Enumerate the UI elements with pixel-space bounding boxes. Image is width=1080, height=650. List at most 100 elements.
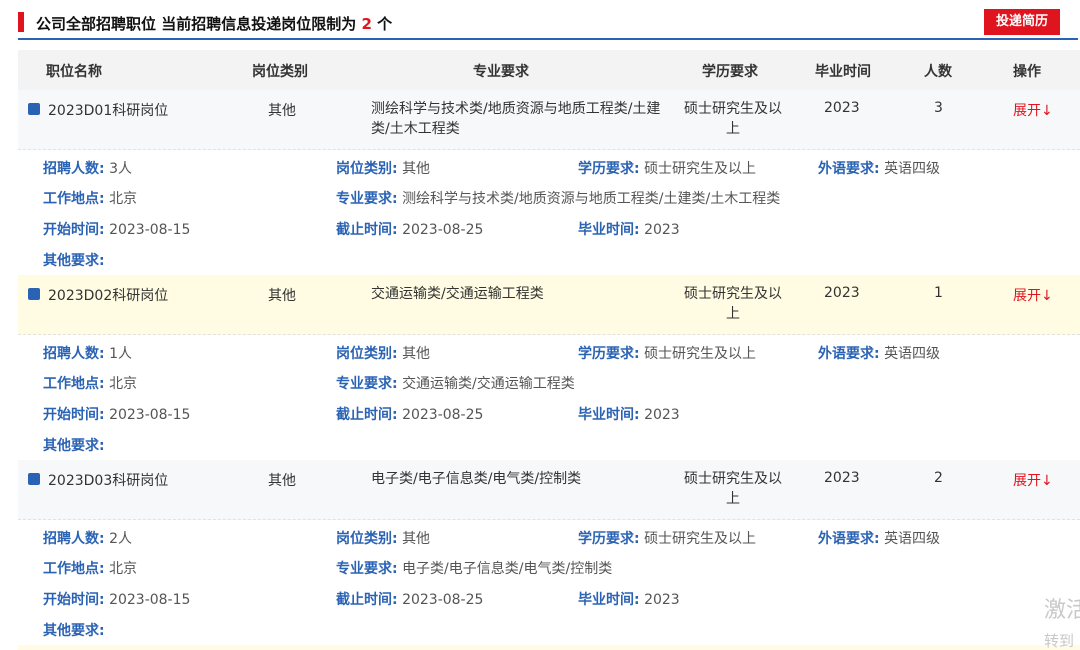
detail-value: 其他 [402, 531, 431, 547]
detail-value: 北京 [109, 191, 138, 207]
detail-label: 工作地点: [43, 376, 105, 392]
title-marker [18, 12, 24, 32]
detail-grad-time: 毕业时间: 2023 [578, 589, 680, 609]
table-row[interactable]: 2023D01科研岗位 其他 测绘科学与技术类/地质资源与地质工程类/土建类/土… [18, 90, 1080, 150]
detail-grad-time: 毕业时间: 2023 [578, 219, 680, 239]
job-education: 硕士研究生及以上 [684, 286, 782, 322]
job-name: 2023D02科研岗位 [48, 288, 169, 304]
activation-watermark: 激活 [1044, 598, 1080, 623]
job-major: 电子类/电子信息类/电气类/控制类 [371, 471, 582, 487]
detail-major: 专业要求: 测绘科学与技术类/地质资源与地质工程类/土建类/土木工程类 [336, 188, 780, 208]
detail-value: 硕士研究生及以上 [644, 161, 757, 177]
detail-location: 工作地点: 北京 [43, 373, 137, 393]
detail-value: 硕士研究生及以上 [644, 346, 757, 362]
detail-language: 外语要求: 英语四级 [818, 158, 940, 178]
detail-value: 英语四级 [884, 346, 941, 362]
col-header-major: 专业要求 [473, 64, 529, 80]
detail-value: 1人 [109, 346, 132, 362]
detail-value: 其他 [402, 161, 431, 177]
detail-value: 其他 [402, 346, 431, 362]
detail-education: 学历要求: 硕士研究生及以上 [578, 158, 756, 178]
detail-end-time: 截止时间: 2023-08-25 [336, 589, 483, 609]
header-divider [18, 38, 1078, 40]
detail-label: 学历要求: [578, 531, 640, 547]
detail-major: 专业要求: 电子类/电子信息类/电气类/控制类 [336, 558, 612, 578]
col-header-category: 岗位类别 [252, 64, 308, 80]
detail-value: 北京 [109, 561, 138, 577]
job-category: 其他 [268, 288, 296, 304]
expand-link[interactable]: 展开↓ [1013, 100, 1053, 120]
detail-location: 工作地点: 北京 [43, 558, 137, 578]
job-details: 招聘人数: 3人 岗位类别: 其他 学历要求: 硕士研究生及以上 外语要求: 英… [18, 150, 1080, 275]
job-count: 3 [934, 100, 943, 116]
table-header: 职位名称 岗位类别 专业要求 学历要求 毕业时间 人数 操作 [18, 50, 1080, 90]
job-education: 硕士研究生及以上 [684, 471, 782, 507]
job-major: 交通运输类/交通运输工程类 [371, 286, 544, 302]
detail-label: 工作地点: [43, 561, 105, 577]
detail-value: 英语四级 [884, 161, 941, 177]
job-count: 1 [934, 285, 943, 301]
position-limit-count: 2 [361, 15, 372, 33]
submit-resume-button[interactable]: 投递简历 [984, 9, 1060, 35]
detail-label: 开始时间: [43, 407, 105, 423]
detail-other: 其他要求: [43, 620, 105, 640]
detail-label: 招聘人数: [43, 346, 105, 362]
detail-value: 测绘科学与技术类/地质资源与地质工程类/土建类/土木工程类 [402, 191, 781, 207]
col-header-name: 职位名称 [46, 64, 102, 80]
job-group: 2023D01科研岗位 其他 测绘科学与技术类/地质资源与地质工程类/土建类/土… [18, 90, 1080, 275]
detail-value: 交通运输类/交通运输工程类 [402, 376, 575, 392]
job-grad-time: 2023 [824, 470, 860, 486]
detail-education: 学历要求: 硕士研究生及以上 [578, 528, 756, 548]
detail-value: 电子类/电子信息类/电气类/控制类 [402, 561, 613, 577]
detail-other: 其他要求: [43, 250, 105, 270]
col-header-count: 人数 [924, 64, 952, 80]
expand-link[interactable]: 展开↓ [1013, 285, 1053, 305]
col-header-grad-time: 毕业时间 [815, 64, 871, 80]
detail-label: 外语要求: [818, 346, 880, 362]
detail-end-time: 截止时间: 2023-08-25 [336, 219, 483, 239]
detail-value: 2023-08-15 [109, 222, 191, 238]
detail-label: 截止时间: [336, 592, 398, 608]
job-category: 其他 [268, 473, 296, 489]
detail-label: 其他要求: [43, 623, 105, 639]
detail-label: 岗位类别: [336, 161, 398, 177]
detail-label: 开始时间: [43, 222, 105, 238]
job-details: 招聘人数: 1人 岗位类别: 其他 学历要求: 硕士研究生及以上 外语要求: 英… [18, 335, 1080, 460]
detail-value: 2023 [644, 592, 680, 608]
next-row-strip [18, 645, 1080, 650]
detail-label: 外语要求: [818, 161, 880, 177]
job-grad-time: 2023 [824, 100, 860, 116]
detail-recruit-count: 招聘人数: 2人 [43, 528, 132, 548]
detail-label: 专业要求: [336, 376, 398, 392]
detail-location: 工作地点: 北京 [43, 188, 137, 208]
detail-value: 2023-08-25 [402, 407, 484, 423]
row-bullet-icon [28, 473, 40, 485]
table-row[interactable]: 2023D02科研岗位 其他 交通运输类/交通运输工程类 硕士研究生及以上 20… [18, 275, 1080, 335]
detail-label: 毕业时间: [578, 407, 640, 423]
detail-value: 2023-08-25 [402, 592, 484, 608]
col-header-action: 操作 [1013, 64, 1041, 80]
detail-label: 其他要求: [43, 253, 105, 269]
table-row[interactable]: 2023D03科研岗位 其他 电子类/电子信息类/电气类/控制类 硕士研究生及以… [18, 460, 1080, 520]
job-group: 2023D03科研岗位 其他 电子类/电子信息类/电气类/控制类 硕士研究生及以… [18, 460, 1080, 645]
job-category: 其他 [268, 103, 296, 119]
page-header: 公司全部招聘职位 当前招聘信息投递岗位限制为 2 个 投递简历 [0, 0, 1080, 40]
detail-value: 2023-08-15 [109, 592, 191, 608]
detail-label: 开始时间: [43, 592, 105, 608]
job-details: 招聘人数: 2人 岗位类别: 其他 学历要求: 硕士研究生及以上 外语要求: 英… [18, 520, 1080, 645]
detail-label: 工作地点: [43, 191, 105, 207]
title-suffix: 个 [371, 15, 393, 33]
detail-other: 其他要求: [43, 435, 105, 455]
detail-label: 招聘人数: [43, 161, 105, 177]
detail-value: 硕士研究生及以上 [644, 531, 757, 547]
job-education: 硕士研究生及以上 [684, 101, 782, 137]
detail-category: 岗位类别: 其他 [336, 528, 430, 548]
job-major: 测绘科学与技术类/地质资源与地质工程类/土建类/土木工程类 [371, 101, 661, 137]
job-grad-time: 2023 [824, 285, 860, 301]
detail-value: 2023-08-15 [109, 407, 191, 423]
expand-link[interactable]: 展开↓ [1013, 470, 1053, 490]
job-name: 2023D03科研岗位 [48, 473, 169, 489]
detail-label: 毕业时间: [578, 592, 640, 608]
job-count: 2 [934, 470, 943, 486]
detail-label: 学历要求: [578, 161, 640, 177]
